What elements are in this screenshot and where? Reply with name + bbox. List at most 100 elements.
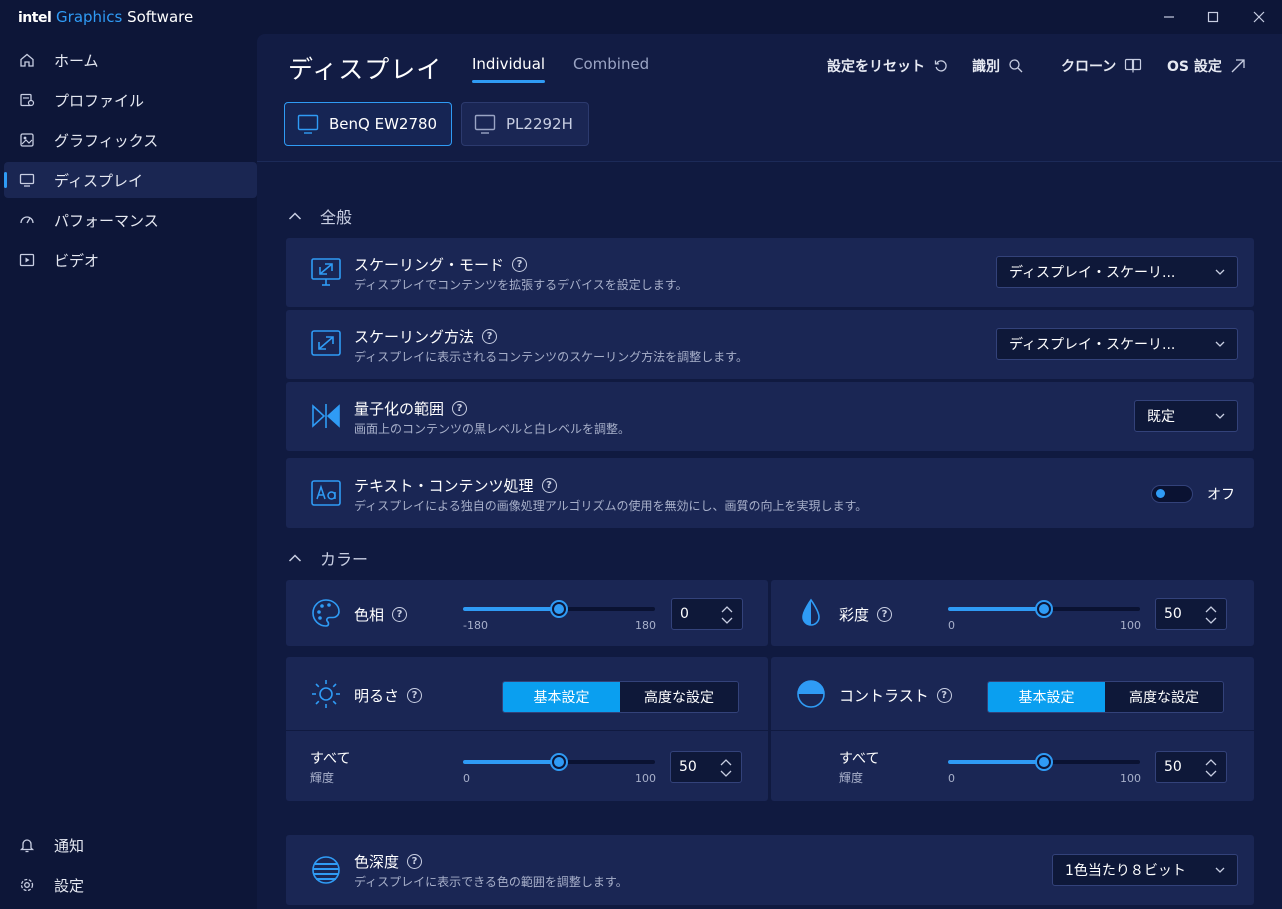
saturation-slider[interactable]: [948, 600, 1140, 618]
sidebar-item-performance[interactable]: パフォーマンス: [4, 202, 257, 238]
color-depth-dropdown[interactable]: 1色当たり８ビット: [1052, 854, 1238, 886]
contrast-slider[interactable]: [948, 753, 1140, 771]
reset-settings-button[interactable]: 設定をリセット: [827, 56, 949, 76]
contrast-channel-label: すべて: [839, 751, 880, 767]
close-button[interactable]: [1246, 6, 1272, 28]
identify-label: 識別: [972, 59, 1000, 75]
contrast-card: コントラスト? 基本設定 高度な設定 すべて 輝度 0 100 50: [771, 657, 1254, 801]
hue-card: 色相? -180 180 0: [286, 580, 768, 646]
display-select-label: BenQ EW2780: [329, 115, 438, 133]
contrast-min: 0: [948, 772, 955, 785]
text-processing-toggle[interactable]: [1151, 485, 1193, 503]
identify-button[interactable]: 識別: [972, 56, 1024, 76]
scaling-mode-title: スケーリング・モード?: [354, 254, 528, 275]
title-bar: intel Graphics Software: [0, 0, 1282, 34]
palette-icon: [310, 597, 342, 629]
display-select-benq[interactable]: BenQ EW2780: [284, 102, 452, 146]
help-icon[interactable]: ?: [541, 478, 557, 493]
brightness-slider-thumb[interactable]: [550, 753, 568, 771]
display-select-label: PL2292H: [506, 115, 573, 133]
saturation-card: 彩度? 0 100 50: [771, 580, 1254, 646]
text-processing-card: テキスト・コンテンツ処理? ディスプレイによる独自の画像処理アルゴリズムの使用を…: [286, 458, 1254, 528]
sidebar-item-notifications[interactable]: 通知: [4, 827, 257, 863]
scaling-mode-desc: ディスプレイでコンテンツを拡張するデバイスを設定します。: [354, 278, 688, 292]
contrast-title: コントラスト?: [839, 685, 952, 706]
brand-software: Software: [127, 8, 194, 26]
display-select-pl2292h[interactable]: PL2292H: [461, 102, 589, 146]
tab-individual[interactable]: Individual: [472, 55, 546, 83]
brightness-advanced-tab[interactable]: 高度な設定: [620, 682, 738, 712]
help-icon[interactable]: ?: [482, 329, 498, 344]
sidebar-item-graphics[interactable]: グラフィックス: [4, 122, 257, 158]
help-icon[interactable]: ?: [452, 401, 468, 416]
contrast-basic-tab[interactable]: 基本設定: [988, 682, 1105, 712]
brand-intel-logo: intel: [18, 10, 52, 26]
brightness-basic-tab[interactable]: 基本設定: [503, 682, 620, 712]
maximize-button[interactable]: [1200, 6, 1226, 28]
sidebar-item-label: ビデオ: [54, 251, 100, 270]
sidebar-item-profile[interactable]: プロファイル: [4, 82, 257, 118]
hue-slider-thumb[interactable]: [550, 600, 568, 618]
maximize-icon: [1207, 11, 1219, 23]
hue-slider-fill: [463, 607, 559, 611]
scaling-method-dropdown[interactable]: ディスプレイ・スケーリ...: [996, 328, 1238, 360]
saturation-slider-fill: [948, 607, 1044, 611]
help-icon[interactable]: ?: [877, 607, 893, 622]
stepper-arrows-icon: [1205, 606, 1217, 624]
home-icon: [18, 51, 36, 69]
hue-slider[interactable]: [463, 600, 655, 618]
color-depth-title: 色深度?: [354, 851, 423, 872]
monitor-icon: [474, 114, 496, 134]
sidebar-item-display[interactable]: ディスプレイ: [4, 162, 257, 198]
performance-icon: [18, 211, 36, 229]
clone-button[interactable]: クローン: [1061, 56, 1142, 76]
scaling-mode-dropdown[interactable]: ディスプレイ・スケーリ...: [996, 256, 1238, 288]
reset-settings-label: 設定をリセット: [827, 59, 925, 75]
help-icon[interactable]: ?: [936, 688, 952, 703]
scaling-method-label: スケーリング方法: [354, 328, 475, 346]
saturation-min: 0: [948, 619, 955, 632]
chevron-up-icon: [288, 212, 302, 220]
bell-icon: [18, 836, 36, 854]
help-icon[interactable]: ?: [407, 688, 423, 703]
chevron-up-icon: [288, 554, 302, 562]
minimize-button[interactable]: [1156, 6, 1182, 28]
help-icon[interactable]: ?: [512, 257, 528, 272]
help-icon[interactable]: ?: [407, 854, 423, 869]
help-icon[interactable]: ?: [392, 607, 408, 622]
chevron-down-icon: [1215, 413, 1225, 419]
saturation-slider-thumb[interactable]: [1035, 600, 1053, 618]
sun-icon: [310, 678, 342, 710]
scaling-method-value: ディスプレイ・スケーリ...: [1009, 337, 1176, 353]
section-color-toggle[interactable]: カラー: [288, 546, 368, 570]
quantization-icon: [310, 400, 342, 432]
quantization-dropdown[interactable]: 既定: [1134, 400, 1238, 432]
clone-label: クローン: [1061, 59, 1117, 75]
monitor-icon: [297, 114, 319, 134]
page-header: ディスプレイ Individual Combined 設定をリセット 識別 クロ…: [257, 34, 1282, 162]
droplet-icon: [795, 597, 827, 629]
saturation-stepper[interactable]: 50: [1155, 598, 1227, 630]
brightness-slider[interactable]: [463, 753, 655, 771]
color-depth-card: 色深度? ディスプレイに表示できる色の範囲を調整します。 1色当たり８ビット: [286, 835, 1254, 905]
brightness-stepper[interactable]: 50: [670, 751, 742, 783]
os-settings-button[interactable]: OS 設定: [1167, 56, 1246, 76]
video-icon: [18, 251, 36, 269]
contrast-stepper[interactable]: 50: [1155, 751, 1227, 783]
display-icon: [18, 171, 36, 189]
tab-combined[interactable]: Combined: [573, 55, 649, 73]
sidebar-item-label: 通知: [54, 836, 85, 855]
sidebar-item-video[interactable]: ビデオ: [4, 242, 257, 278]
quantization-title: 量子化の範囲?: [354, 398, 468, 419]
quantization-value: 既定: [1147, 409, 1175, 425]
saturation-max: 100: [1120, 619, 1141, 632]
section-general-toggle[interactable]: 全般: [288, 204, 352, 228]
quantization-desc: 画面上のコンテンツの黒レベルと白レベルを調整。: [354, 422, 631, 436]
sidebar-item-home[interactable]: ホーム: [4, 42, 257, 78]
sidebar-item-settings[interactable]: 設定: [4, 867, 257, 903]
sidebar-item-label: パフォーマンス: [54, 211, 159, 230]
contrast-advanced-tab[interactable]: 高度な設定: [1105, 682, 1223, 712]
hue-label: 色相: [354, 606, 385, 624]
contrast-slider-thumb[interactable]: [1035, 753, 1053, 771]
hue-stepper[interactable]: 0: [671, 598, 743, 630]
